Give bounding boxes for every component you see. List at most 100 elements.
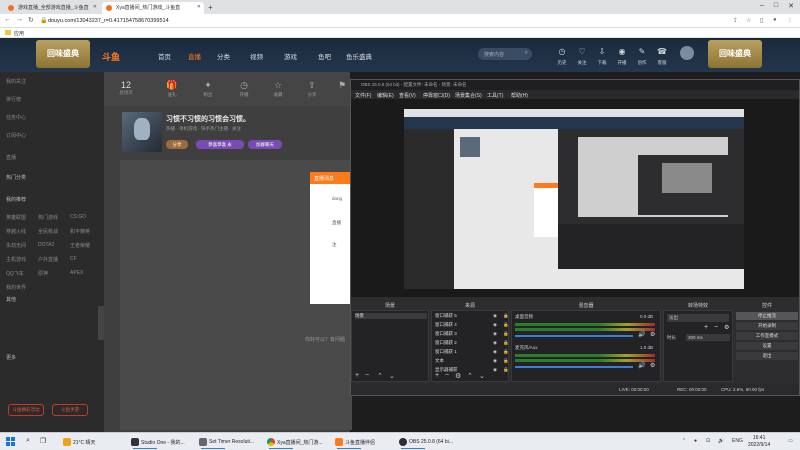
visibility-icon[interactable]: ◉ bbox=[493, 358, 497, 364]
obs-menu-docks[interactable]: 停靠窗口(D) bbox=[423, 92, 450, 99]
menu-icon[interactable]: ⋮ bbox=[787, 17, 793, 24]
lock-icon[interactable]: 🔒 bbox=[503, 313, 509, 319]
sidebar-game-link[interactable]: APEX bbox=[70, 270, 83, 276]
sidebar-game-link[interactable]: 原神 bbox=[38, 270, 48, 277]
history-icon[interactable]: ◷ bbox=[555, 47, 569, 56]
sidebar-game-link[interactable]: 主机游戏 bbox=[6, 256, 26, 263]
search-icon[interactable]: ⌕ bbox=[525, 50, 528, 57]
close-tab-icon[interactable]: ✕ bbox=[197, 4, 201, 10]
bookmark-apps[interactable]: 应用 bbox=[14, 30, 24, 37]
taskbar-timer[interactable]: Set Timer Resoluti... bbox=[198, 436, 264, 449]
lock-icon[interactable]: 🔒 bbox=[503, 358, 509, 364]
nav-live[interactable]: 直播 bbox=[188, 51, 201, 61]
tray-app-icon[interactable]: ● bbox=[694, 438, 697, 444]
remove-icon[interactable]: − bbox=[714, 324, 718, 331]
volume-slider[interactable] bbox=[515, 335, 633, 337]
visibility-icon[interactable]: ◉ bbox=[493, 340, 497, 346]
bookmark-star-icon[interactable]: ☆ bbox=[746, 17, 751, 24]
fans-icon[interactable]: ✦ bbox=[196, 80, 220, 91]
sidebar-item-rank[interactable]: 排行榜 bbox=[6, 96, 21, 103]
sidebar-game-link[interactable]: 英雄联盟 bbox=[6, 214, 26, 221]
sidebar-icon[interactable]: ▯ bbox=[760, 17, 763, 24]
remove-icon[interactable]: − bbox=[445, 372, 449, 379]
new-tab-icon[interactable]: + bbox=[208, 3, 213, 12]
nav-fishbar[interactable]: 鱼吧 bbox=[318, 51, 331, 61]
studio-mode-button[interactable]: 工作室模式 bbox=[736, 332, 798, 340]
gear-icon[interactable]: ⚙ bbox=[650, 331, 655, 338]
source-item[interactable]: 窗口捕获 3 ◉ 🔒 bbox=[435, 331, 509, 337]
exit-button[interactable]: 退出 bbox=[736, 352, 798, 360]
sidebar-game-link[interactable]: 王者荣耀 bbox=[70, 242, 90, 249]
sidebar-item-live[interactable]: 直播 bbox=[6, 154, 16, 161]
nav-category[interactable]: 分类 bbox=[217, 51, 230, 61]
start-recording-button[interactable]: 开始录制 bbox=[736, 322, 798, 330]
gear-icon[interactable]: ⚙ bbox=[455, 372, 461, 380]
visibility-icon[interactable]: ◉ bbox=[493, 367, 497, 373]
create-icon[interactable]: ✎ bbox=[635, 47, 649, 56]
visibility-icon[interactable]: ◉ bbox=[493, 322, 497, 328]
transition-select[interactable]: 淡出 bbox=[667, 314, 729, 322]
settings-button[interactable]: 设置 bbox=[736, 342, 798, 350]
close-tab-icon[interactable]: ✕ bbox=[93, 4, 97, 10]
taskbar-chrome[interactable]: Xya直播间_热门游... bbox=[266, 436, 332, 449]
obs-menu-file[interactable]: 文件(F) bbox=[355, 92, 371, 99]
obs-menu-tools[interactable]: 工具(T) bbox=[487, 92, 503, 99]
notification-icon[interactable]: ▭ bbox=[788, 438, 793, 444]
event-banner-left[interactable]: 回味盛典 bbox=[36, 40, 90, 68]
speaker-icon[interactable]: 🔊 bbox=[638, 362, 645, 369]
visibility-icon[interactable]: ◉ bbox=[493, 331, 497, 337]
gift-icon[interactable]: 🎁 bbox=[160, 80, 184, 91]
clock-icon[interactable]: ◷ bbox=[232, 80, 256, 91]
stop-streaming-button[interactable]: 停止推流 bbox=[736, 312, 798, 320]
sidebar-game-link[interactable]: CS:GO bbox=[70, 214, 86, 220]
download-icon[interactable]: ⇩ bbox=[595, 47, 609, 56]
task-view-icon[interactable]: ❐ bbox=[40, 437, 46, 445]
collect-icon[interactable]: ☆ bbox=[266, 80, 290, 91]
lock-icon[interactable]: 🔒 bbox=[503, 322, 509, 328]
visibility-icon[interactable]: ◉ bbox=[493, 349, 497, 355]
taskbar-clock[interactable]: 16:41 2022/9/14 bbox=[748, 435, 770, 448]
user-avatar[interactable] bbox=[680, 46, 694, 60]
sidebar-event-button[interactable]: 斗鱼精彩活动 bbox=[8, 404, 44, 416]
sidebar-game-link[interactable]: 户外直播 bbox=[38, 256, 58, 263]
browser-tab[interactable]: 游戏直播_全部游戏直播_斗鱼直 ✕ bbox=[4, 2, 100, 14]
sidebar-game-link[interactable]: 我的世界 bbox=[6, 284, 26, 291]
url-field[interactable]: douyu.com/13043237_r=0.41715475867039951… bbox=[48, 15, 169, 24]
duration-input[interactable]: 300 ms bbox=[686, 334, 730, 341]
browser-tab-active[interactable]: Xya直播间_热门游戏_斗鱼直 ✕ bbox=[102, 2, 204, 14]
source-item[interactable]: 窗口捕获 2 ◉ 🔒 bbox=[435, 340, 509, 346]
obs-menu-view[interactable]: 查看(V) bbox=[399, 92, 416, 99]
maximize-icon[interactable]: □ bbox=[770, 2, 782, 9]
obs-menu-edit[interactable]: 编辑(E) bbox=[377, 92, 394, 99]
add-icon[interactable]: + bbox=[355, 372, 359, 379]
taskbar-weather[interactable]: 21°C 晴天 bbox=[62, 436, 122, 448]
add-icon[interactable]: + bbox=[435, 372, 439, 379]
sidebar-game-link[interactable]: 全民枪战 bbox=[38, 228, 58, 235]
share-icon[interactable]: ⇪ bbox=[733, 17, 738, 24]
broadcast-icon[interactable]: ◉ bbox=[615, 47, 629, 56]
lock-icon[interactable]: 🔒 bbox=[503, 349, 509, 355]
sidebar-game-link[interactable]: 穿越火线 bbox=[6, 228, 26, 235]
taskbar-douyu-companion[interactable]: 斗鱼直播伴侣 bbox=[334, 436, 394, 449]
sidebar-game-link[interactable]: CF bbox=[70, 256, 77, 262]
taskbar-studio-one[interactable]: Studio One - 我的... bbox=[130, 436, 196, 449]
nav-home[interactable]: 首页 bbox=[158, 51, 171, 61]
source-item[interactable]: 窗口捕获 4 ◉ 🔒 bbox=[435, 322, 509, 328]
move-down-icon[interactable]: ⌄ bbox=[389, 372, 395, 380]
search-icon[interactable]: ⌕ bbox=[26, 437, 30, 445]
nav-video[interactable]: 视频 bbox=[250, 51, 263, 61]
move-up-icon[interactable]: ⌃ bbox=[467, 372, 473, 380]
scene-item[interactable]: 场景 bbox=[355, 313, 427, 319]
network-icon[interactable]: ⊡ bbox=[706, 438, 710, 444]
gear-icon[interactable]: ⚙ bbox=[724, 324, 729, 331]
sidebar-game-link[interactable]: 永劫无间 bbox=[6, 242, 26, 249]
profile-icon[interactable]: ● bbox=[773, 17, 777, 23]
sidebar-mobile-button[interactable]: 斗鱼手游 bbox=[52, 404, 88, 416]
event-banner-right[interactable]: 回味盛典 bbox=[708, 40, 762, 68]
nav-game[interactable]: 游戏 bbox=[284, 51, 297, 61]
obs-preview[interactable] bbox=[351, 99, 799, 297]
input-language[interactable]: ENG bbox=[732, 438, 743, 444]
obs-menu-help[interactable]: 帮助(H) bbox=[511, 92, 528, 99]
sidebar-game-link[interactable]: DOTA2 bbox=[38, 242, 54, 248]
source-item[interactable]: 窗口捕获 1 ◉ 🔒 bbox=[435, 349, 509, 355]
